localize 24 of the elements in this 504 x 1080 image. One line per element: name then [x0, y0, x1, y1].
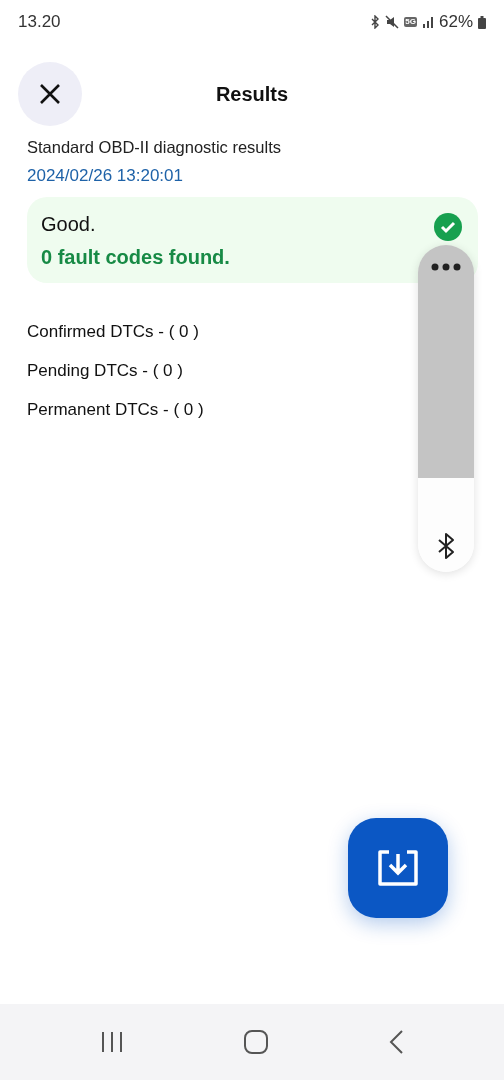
page-title: Results: [215, 82, 289, 105]
dtc-group-label: Pending DTCs - ( 0 ): [27, 360, 184, 382]
summary-message: 0 fault codes found.: [41, 246, 230, 269]
mute-icon: [385, 15, 400, 29]
status-time: 13.20: [18, 12, 61, 32]
more-icon[interactable]: [431, 263, 461, 271]
summary-title: Good.: [41, 213, 96, 236]
bluetooth-icon[interactable]: [436, 532, 456, 560]
network-badge: 5G: [404, 17, 417, 27]
dtc-group-label: Permanent DTCs - ( 0 ): [27, 399, 205, 421]
close-icon: [39, 83, 61, 105]
dtc-group-label: Confirmed DTCs - ( 0 ): [27, 321, 200, 343]
battery-icon: [478, 15, 486, 29]
recent-apps-icon[interactable]: [99, 1031, 124, 1053]
download-icon: [377, 850, 419, 886]
home-icon[interactable]: [243, 1029, 269, 1055]
back-icon[interactable]: [388, 1029, 405, 1055]
results-subtitle: Standard OBD-II diagnostic results: [27, 137, 283, 158]
battery-level: 62%: [438, 12, 473, 32]
signal-icon: [421, 16, 434, 28]
bluetooth-icon: [370, 15, 381, 29]
check-icon: [434, 213, 462, 241]
save-button[interactable]: [348, 818, 448, 918]
result-timestamp: 2024/02/26 13:20:01: [27, 165, 184, 187]
